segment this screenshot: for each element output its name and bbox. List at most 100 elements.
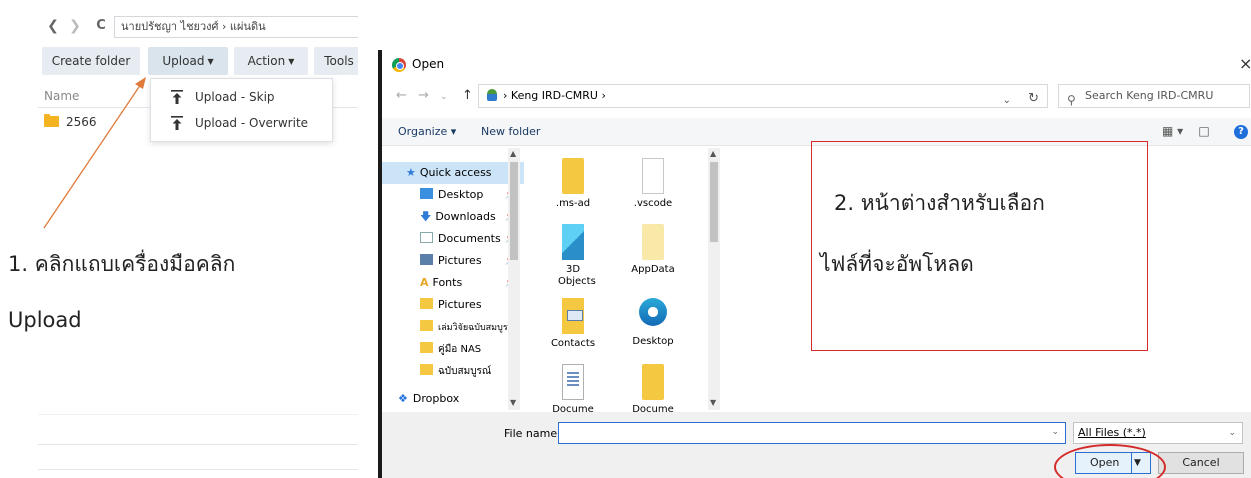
refresh-icon[interactable]: ↻: [1028, 88, 1039, 110]
file-name-input[interactable]: ⌄: [558, 422, 1066, 444]
nav-item-label: เล่มวิจัยฉบับสมบูรณ์: [438, 323, 517, 333]
file-list: .ms-ad .vscode 3D Objects AppData Contac…: [532, 148, 722, 415]
edge-icon: [639, 298, 667, 326]
file-name: Desktop: [632, 336, 674, 347]
menu-item-upload-overwrite[interactable]: Upload - Overwrite: [151, 110, 332, 136]
list-item[interactable]: Contacts: [538, 298, 608, 350]
tools-button[interactable]: Tools: [314, 47, 358, 75]
file-manager-navbar: ❮ ❯ C นายปรัชญา ไชยวงศ์ › แผ่นดิน: [38, 15, 358, 39]
file-type-value: All Files (*.*): [1078, 426, 1146, 439]
file-name: AppData: [631, 264, 675, 275]
pictures-icon: [420, 254, 433, 265]
organize-menu[interactable]: Organize ▾: [398, 125, 456, 138]
address-text: Keng IRD-CMRU: [510, 89, 598, 102]
folder-icon: [642, 364, 664, 400]
nav-item-label: Pictures: [438, 254, 482, 267]
recent-locations-chevron-icon[interactable]: ⌄: [440, 92, 448, 102]
address-row: ← → ⌄ ↑ › Keng IRD-CMRU › ⌄ ↻ ⚲ Search K…: [382, 84, 1251, 110]
scroll-up-icon[interactable]: ▲: [510, 149, 516, 158]
list-item[interactable]: 3D Objects: [538, 224, 608, 288]
forward-arrow-icon[interactable]: →: [418, 88, 429, 103]
file-type-select[interactable]: All Files (*.*) ⌄: [1073, 422, 1243, 444]
file-name: Contacts: [550, 338, 596, 349]
chevron-down-icon: ⌄: [1228, 428, 1236, 438]
help-icon[interactable]: ?: [1234, 125, 1248, 139]
download-icon: 🡇: [420, 210, 432, 223]
address-bar[interactable]: › Keng IRD-CMRU › ⌄ ↻: [478, 84, 1048, 108]
create-folder-label: Create folder: [51, 54, 131, 68]
divider: [38, 414, 358, 415]
document-icon: [562, 364, 584, 400]
nav-item-quick-access[interactable]: ★ Quick access: [382, 162, 524, 184]
file-list-scrollbar[interactable]: ▲ ▼: [708, 148, 720, 410]
nav-item-label: ฉบับสมบูรณ์: [438, 366, 492, 377]
navigation-pane: ★Quick access Desktop📌 🡇Downloads📌 Docum…: [382, 148, 524, 410]
action-button[interactable]: Action ▼: [234, 47, 308, 75]
divider: [38, 444, 358, 445]
folder-faded-icon: [642, 224, 664, 260]
annotation-step1-line2: Upload: [8, 308, 82, 332]
list-item[interactable]: Docume: [538, 364, 608, 416]
scroll-down-icon[interactable]: ▼: [510, 398, 516, 407]
folder-icon: [420, 320, 433, 331]
chevron-down-icon[interactable]: ⌄: [1051, 427, 1059, 437]
file-icon: [642, 158, 664, 194]
annotation-step2-line1: 2. หน้าต่างสำหรับเลือก: [834, 191, 1045, 215]
nav-item-dropbox[interactable]: ❖ Dropbox: [398, 388, 524, 410]
file-manager-toolbar: Create folder Upload ▼ Action ▼ Tools: [38, 47, 358, 75]
dialog-titlebar: Open ×: [382, 50, 1251, 80]
menu-item-upload-skip[interactable]: Upload - Skip: [151, 84, 332, 110]
scroll-down-icon[interactable]: ▼: [710, 398, 716, 407]
new-folder-button[interactable]: New folder: [481, 125, 540, 138]
upload-button[interactable]: Upload ▼: [148, 47, 228, 75]
menu-item-label: Upload - Overwrite: [195, 116, 309, 130]
nav-item-desktop[interactable]: Desktop📌: [398, 184, 524, 206]
file-name: 3D Objects: [558, 264, 596, 287]
organize-label: Organize: [398, 125, 448, 138]
list-item[interactable]: Desktop: [618, 298, 688, 348]
create-folder-button[interactable]: Create folder: [42, 47, 140, 75]
file-name: .vscode: [633, 198, 673, 209]
upload-dropdown-menu: Upload - Skip Upload - Overwrite: [150, 78, 333, 142]
menu-item-label: Upload - Skip: [195, 90, 275, 104]
nav-item-label: Fonts: [432, 276, 463, 289]
nav-item-pictures-folder[interactable]: Pictures: [398, 294, 524, 316]
view-options-icon[interactable]: ▦ ▾ □: [1162, 124, 1210, 138]
upload-label: Upload: [162, 54, 205, 68]
nav-item-downloads[interactable]: 🡇Downloads📌: [398, 206, 524, 228]
back-arrow-icon[interactable]: ❮: [44, 17, 62, 35]
nav-item-research-folder[interactable]: เล่มวิจัยฉบับสมบูรณ์: [398, 316, 524, 338]
forward-arrow-icon[interactable]: ❯: [66, 17, 84, 35]
scroll-up-icon[interactable]: ▲: [710, 149, 716, 158]
file-name: .ms-ad: [555, 198, 591, 209]
list-item[interactable]: .vscode: [618, 158, 688, 210]
nav-item-fonts[interactable]: AFonts📌: [398, 272, 524, 294]
list-item[interactable]: .ms-ad: [538, 158, 608, 210]
caret-down-icon: ▼: [207, 57, 214, 66]
documents-icon: [420, 232, 433, 243]
nav-item-label: Downloads: [435, 210, 496, 223]
close-icon[interactable]: ×: [1239, 54, 1251, 73]
cancel-button[interactable]: Cancel: [1158, 452, 1244, 474]
dialog-title: Open: [412, 57, 445, 71]
nav-item-nas-manual[interactable]: คู่มือ NAS: [398, 338, 524, 360]
nav-item-label: Desktop: [438, 188, 484, 201]
nav-item-pictures[interactable]: Pictures📌: [398, 250, 524, 272]
breadcrumb[interactable]: นายปรัชญา ไชยวงศ์ › แผ่นดิน: [114, 16, 358, 38]
list-item[interactable]: AppData: [618, 224, 688, 276]
nav-item-label: Documents: [438, 232, 501, 245]
up-arrow-icon[interactable]: ↑: [462, 88, 473, 103]
back-arrow-icon[interactable]: ←: [396, 88, 407, 103]
scrollbar-thumb[interactable]: [710, 162, 718, 242]
scrollbar-thumb[interactable]: [510, 162, 518, 260]
refresh-icon[interactable]: C: [92, 17, 110, 35]
chevron-down-icon[interactable]: ⌄: [1003, 90, 1011, 112]
3d-objects-icon: [562, 224, 584, 260]
nav-item-complete-folder[interactable]: ฉบับสมบูรณ์: [398, 360, 524, 382]
list-item[interactable]: Docume: [618, 364, 688, 416]
navigation-scrollbar[interactable]: ▲ ▼: [508, 148, 520, 410]
dropbox-icon: ❖: [398, 392, 408, 405]
nav-item-documents[interactable]: Documents📌: [398, 228, 524, 250]
nav-item-label: คู่มือ NAS: [438, 344, 482, 355]
search-input[interactable]: ⚲ Search Keng IRD-CMRU: [1058, 84, 1250, 108]
